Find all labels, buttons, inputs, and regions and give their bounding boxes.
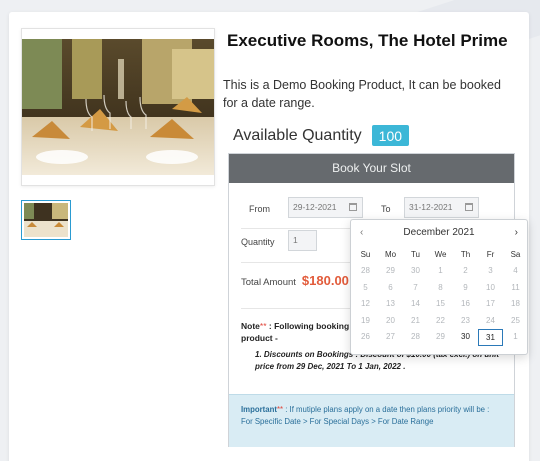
booking-header: Book Your Slot (229, 154, 514, 183)
calendar-day: 27 (386, 332, 395, 341)
calendar-day: 18 (511, 299, 520, 308)
important-priority: For Specific Date > For Special Days > F… (241, 417, 434, 426)
calendar-weekday: Sa (510, 250, 521, 259)
main-product-image[interactable] (21, 28, 215, 186)
calendar-day: 28 (411, 332, 420, 341)
calendar-day: 8 (438, 282, 443, 292)
restaurant-photo (22, 39, 214, 175)
calendar-day: 5 (363, 282, 368, 292)
calendar-day: 12 (361, 299, 370, 308)
total-amount-label: Total Amount (241, 277, 296, 288)
available-quantity-label: Available Quantity (233, 126, 362, 144)
calendar-day: 24 (486, 315, 495, 325)
calendar-day: 10 (486, 282, 495, 292)
calendar-day: 6 (388, 282, 393, 292)
calendar-day: 3 (488, 266, 493, 275)
available-quantity-badge: 100 (371, 125, 410, 146)
chevron-right-icon[interactable]: › (515, 220, 518, 246)
calendar-day: 30 (411, 266, 420, 275)
important-text: : If mutiple plans apply on a date then … (283, 405, 490, 414)
calendar-weekday: Tu (410, 250, 421, 259)
quantity-label: Quantity (241, 237, 275, 247)
to-date-input[interactable]: 31-12-2021 (404, 197, 479, 218)
calendar-day: 20 (386, 315, 395, 325)
calendar-day: 14 (411, 299, 420, 308)
calendar-weekday: Su (360, 250, 371, 259)
note-star: ** (259, 321, 267, 331)
note-label: Note (241, 321, 260, 331)
calendar-day: 1 (438, 266, 443, 275)
note-text: : Following booking (266, 321, 350, 331)
thumbnail-photo (24, 203, 68, 237)
calendar-day[interactable]: 31 (478, 329, 503, 346)
date-picker-calendar: ‹ December 2021 › Su Mo Tu We Th Fr Sa 28 29 30 1 2… (350, 219, 528, 355)
calendar-day: 29 (386, 266, 395, 275)
total-amount: Total Amount $180.00 (241, 273, 349, 288)
calendar-day: 28 (361, 266, 370, 275)
chevron-left-icon[interactable]: ‹ (360, 220, 363, 246)
calendar-day: 16 (461, 299, 470, 308)
calendar-weekday: Mo (384, 250, 397, 259)
calendar-day: 26 (361, 332, 370, 341)
from-label: From (249, 204, 270, 214)
quantity-input[interactable]: 1 (288, 230, 317, 251)
calendar-day: 17 (486, 299, 495, 308)
calendar-day: 1 (513, 332, 518, 341)
calendar-header: ‹ December 2021 › (351, 220, 527, 246)
calendar-day: 7 (413, 282, 418, 292)
thumbnail-image[interactable] (21, 200, 71, 240)
calendar-day: 9 (463, 282, 468, 292)
calendar-day: 13 (386, 299, 395, 308)
calendar-day: 25 (511, 315, 520, 325)
from-date-input[interactable]: 29-12-2021 (288, 197, 363, 218)
product-title: Executive Rooms, The Hotel Prime (227, 31, 508, 50)
calendar-day[interactable]: 30 (453, 329, 478, 346)
to-date-value: 31-12-2021 (409, 202, 453, 212)
calendar-weekday: We (434, 250, 447, 259)
calendar-grid: Su Mo Tu We Th Fr Sa 28 29 30 1 2 3 4 5 6 7 8 9 10 11 12 13 14 1… (351, 246, 527, 346)
product-description: This is a Demo Booking Product, It can b… (223, 78, 501, 110)
important-label: Important (241, 405, 277, 414)
calendar-weekday: Th (460, 250, 471, 259)
calendar-day: 4 (513, 266, 518, 275)
calendar-day: 29 (436, 332, 445, 341)
important-notice: Important** : If mutiple plans apply on … (229, 394, 514, 447)
available-quantity: Available Quantity 100 (233, 125, 410, 146)
to-label: To (381, 204, 391, 214)
note-text-continued: product - (241, 333, 278, 343)
total-amount-value: $180.00 (301, 273, 349, 288)
calendar-day: 11 (511, 282, 520, 292)
calendar-day: 23 (461, 315, 470, 325)
calendar-month: December 2021 (403, 227, 475, 238)
calendar-icon (349, 203, 357, 211)
calendar-icon (465, 203, 473, 211)
calendar-day: 22 (436, 315, 445, 325)
from-date-value: 29-12-2021 (293, 202, 337, 212)
calendar-day: 21 (411, 315, 420, 325)
calendar-day: 19 (361, 315, 370, 325)
calendar-day: 2 (463, 266, 468, 275)
calendar-day: 15 (436, 299, 445, 308)
calendar-weekday: Fr (486, 250, 495, 259)
quantity-value: 1 (293, 235, 298, 245)
